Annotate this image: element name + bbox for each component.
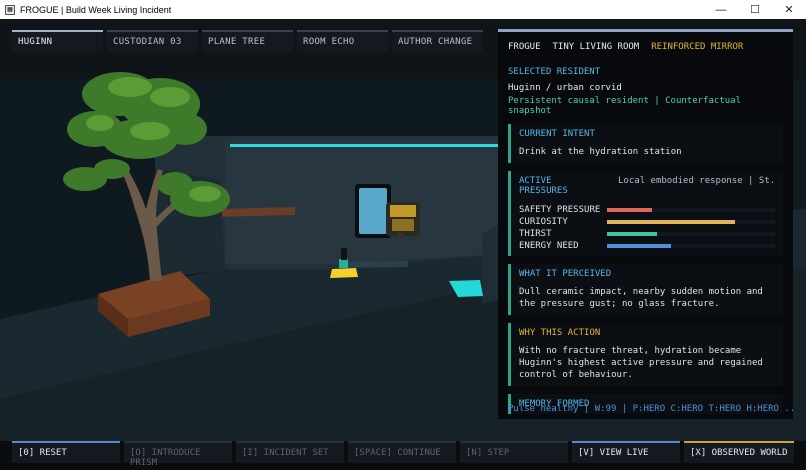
pressure-row: CURIOSITY	[519, 216, 775, 227]
tab-author-change[interactable]: AUTHOR CHANGE	[392, 30, 483, 52]
tab-plane-tree[interactable]: PLANE TREE	[202, 30, 293, 52]
minimize-icon[interactable]: —	[704, 0, 738, 19]
active-pressures-card: ACTIVE PRESSURES Local embodied response…	[508, 171, 783, 256]
current-intent-card: CURRENT INTENT Drink at the hydration st…	[508, 124, 783, 163]
raven-base	[339, 259, 348, 268]
window-title: FROGUE | Build Week Living Incident	[20, 4, 172, 15]
active-pressures-title: ACTIVE PRESSURES	[519, 176, 568, 196]
pressure-row: SAFETY PRESSURE	[519, 204, 775, 215]
pressure-label: THIRST	[519, 228, 552, 239]
pressure-bars: SAFETY PRESSURE CURIOSITY THIRST ENERGY …	[519, 204, 775, 251]
light-strip	[230, 144, 500, 147]
current-intent-title: CURRENT INTENT	[519, 129, 595, 139]
bottom-toolbar: [0] RESET [O] INTRODUCE PRISM [I] INCIDE…	[0, 441, 806, 470]
pressure-label: CURIOSITY	[519, 216, 568, 227]
header-room: TINY LIVING ROOM	[552, 41, 640, 52]
pressure-track	[607, 207, 775, 212]
header-app: FROGUE	[508, 41, 541, 52]
pressure-row: THIRST	[519, 228, 775, 239]
why-action-title: WHY THIS ACTION	[519, 328, 601, 338]
pressure-label: ENERGY NEED	[519, 240, 579, 251]
introduce-prism-button[interactable]: [O] INTRODUCE PRISM	[124, 441, 232, 468]
perceived-title: WHAT IT PERCEIVED	[519, 269, 612, 279]
raven-huginn	[341, 248, 347, 260]
perceived-body: Dull ceramic impact, nearby sudden motio…	[519, 287, 763, 309]
thirst-bar	[607, 231, 658, 236]
tab-room-echo[interactable]: ROOM ECHO	[297, 30, 388, 52]
observed-world-button[interactable]: [X] OBSERVED WORLD	[684, 441, 794, 463]
pressure-track	[607, 219, 775, 224]
view-live-button[interactable]: [V] VIEW LIVE	[572, 441, 680, 463]
close-icon[interactable]: ✕	[772, 0, 806, 19]
hydration-station	[330, 268, 358, 278]
header-object: REINFORCED MIRROR	[651, 41, 744, 52]
resident-subtitle: Persistent causal resident | Counterfact…	[508, 96, 741, 116]
why-action-body: With no fracture threat, hydration becam…	[519, 346, 763, 380]
incident-set-button[interactable]: [I] INCIDENT SET	[236, 441, 344, 463]
status-footer: Pulse healthy | W:99 | P:HERO C:HERO T:H…	[508, 404, 793, 414]
why-action-card: WHY THIS ACTION With no fracture threat,…	[508, 323, 783, 386]
reset-button[interactable]: [0] RESET	[12, 441, 120, 463]
curiosity-bar	[607, 219, 735, 224]
pressure-track	[607, 243, 775, 248]
app-icon: ▦	[5, 4, 15, 15]
panel-header: FROGUE TINY LIVING ROOM REINFORCED MIRRO…	[508, 32, 783, 57]
safety-pressure-bar	[607, 207, 653, 212]
step-button[interactable]: [N] STEP	[460, 441, 568, 463]
current-intent-body: Drink at the hydration station	[519, 147, 682, 157]
pressure-track	[607, 231, 775, 236]
tab-huginn[interactable]: HUGINN	[12, 30, 103, 52]
pressure-label: SAFETY PRESSURE	[519, 204, 601, 215]
tab-custodian-03[interactable]: CUSTODIAN 03	[107, 30, 198, 52]
resident-name: Huginn / urban corvid	[508, 83, 622, 93]
maximize-icon[interactable]: ☐	[738, 0, 772, 19]
continue-button[interactable]: [SPACE] CONTINUE	[348, 441, 456, 463]
pressure-row: ENERGY NEED	[519, 240, 775, 251]
window-titlebar: ▦ FROGUE | Build Week Living Incident — …	[0, 0, 806, 19]
perceived-card: WHAT IT PERCEIVED Dull ceramic impact, n…	[508, 264, 783, 315]
resident-tabs: HUGINN CUSTODIAN 03 PLANE TREE ROOM ECHO…	[12, 30, 483, 52]
energy-need-bar	[607, 243, 671, 248]
pressures-context: Local embodied response | St...	[618, 176, 775, 186]
selected-resident-label: SELECTED RESIDENT	[508, 67, 601, 77]
resident-inspector-panel: FROGUE TINY LIVING ROOM REINFORCED MIRRO…	[498, 29, 793, 419]
